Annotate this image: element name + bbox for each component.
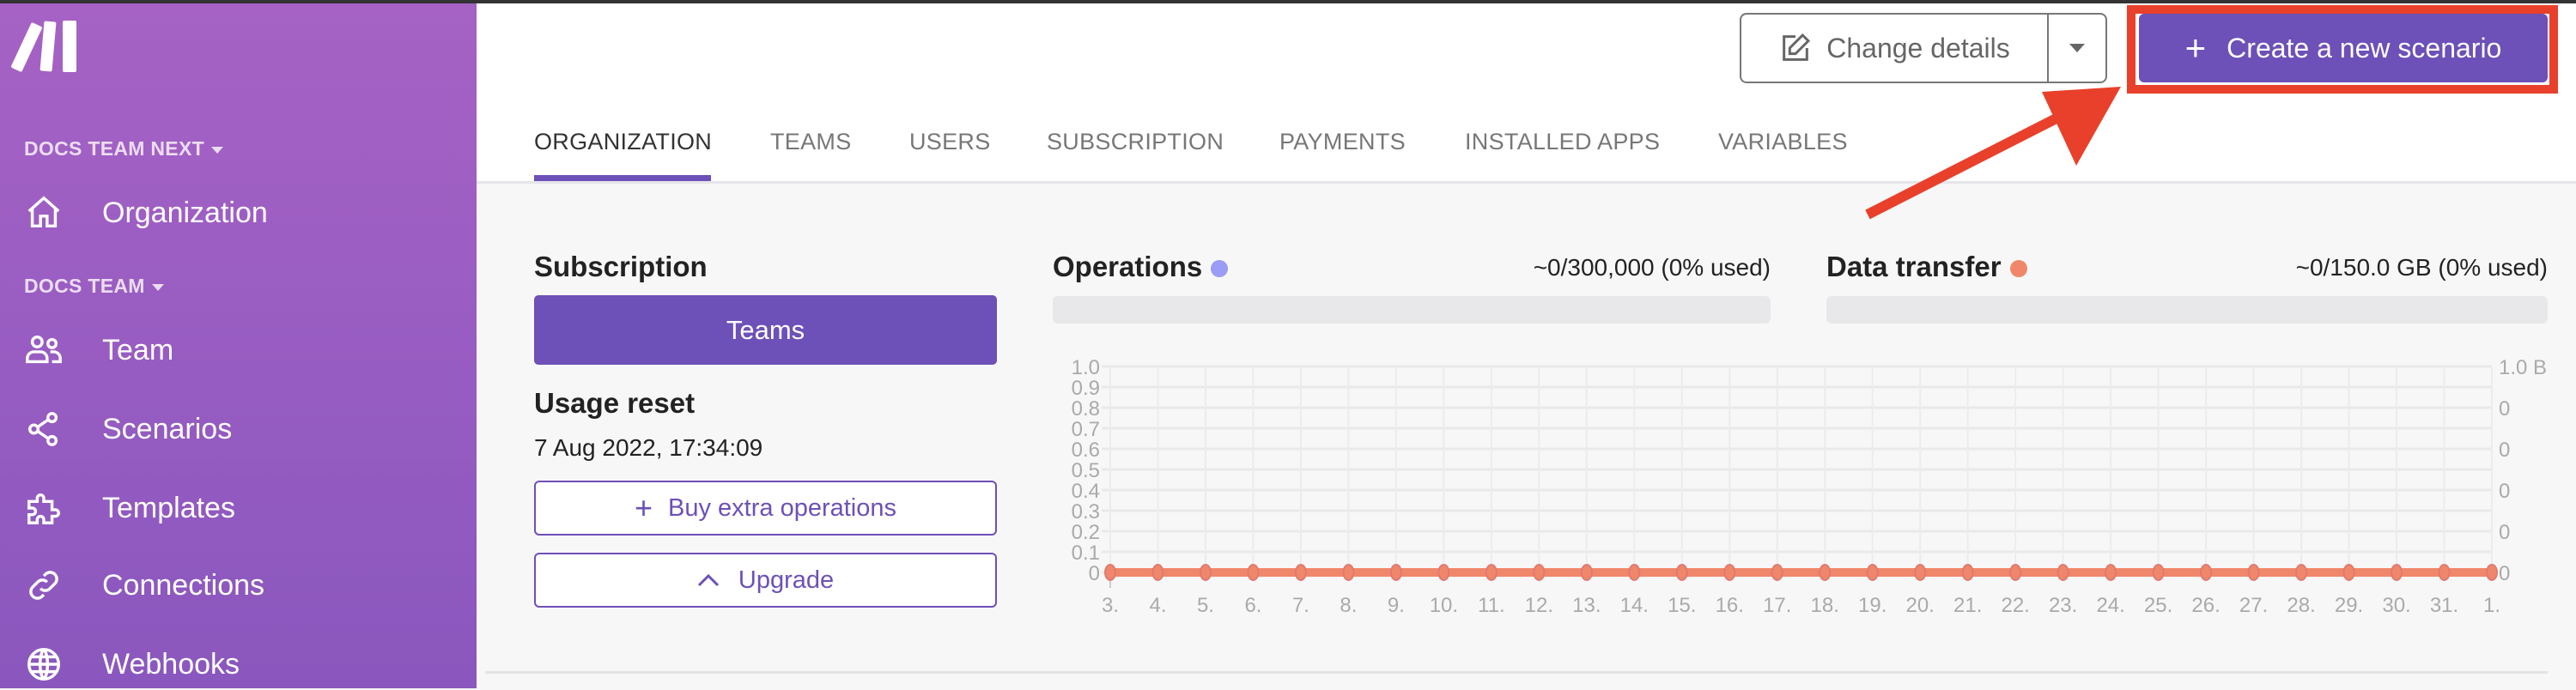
left-axis-tick-label: 0.3 xyxy=(1072,500,1100,524)
left-axis-tick-label: 0.8 xyxy=(1072,397,1100,421)
x-axis-tick-label: 18. xyxy=(1811,594,1839,617)
x-axis-tick-label: 7. xyxy=(1292,594,1309,617)
x-axis-tick-label: 9. xyxy=(1388,594,1405,617)
data-point xyxy=(1580,564,1593,581)
usage-chart: 00.10.20.30.40.50.60.70.80.91.0000001.0 … xyxy=(1072,356,2547,617)
right-axis-tick-label: 0 xyxy=(2499,562,2510,585)
data-point xyxy=(2295,564,2308,581)
x-axis-tick-label: 17. xyxy=(1763,594,1791,617)
x-axis-tick-label: 20. xyxy=(1906,594,1935,617)
data-point xyxy=(2009,564,2022,581)
x-axis-tick-label: 21. xyxy=(1953,594,1982,617)
x-axis-tick-label: 28. xyxy=(2287,594,2315,617)
data-point xyxy=(2342,564,2355,581)
data-point xyxy=(1771,564,1783,581)
x-axis-tick-label: 30. xyxy=(2382,594,2410,617)
data-point xyxy=(1389,564,1402,581)
right-axis-tick-label: 0 xyxy=(2499,480,2510,503)
x-axis-tick-label: 12. xyxy=(1525,594,1553,617)
x-axis-tick-label: 23. xyxy=(2049,594,2077,617)
data-point xyxy=(1675,564,1688,581)
data-point xyxy=(1199,564,1212,581)
x-axis-tick-label: 14. xyxy=(1620,594,1649,617)
data-point xyxy=(2057,564,2069,581)
section-divider xyxy=(485,671,2548,674)
left-axis-tick-label: 0.2 xyxy=(1072,521,1100,544)
x-axis-tick-label: 25. xyxy=(2144,594,2172,617)
data-point xyxy=(1914,564,1927,581)
data-point xyxy=(1342,564,1355,581)
left-axis-tick-label: 0.4 xyxy=(1072,480,1100,503)
x-axis-tick-label: 3. xyxy=(1102,594,1119,617)
x-axis-tick-label: 19. xyxy=(1858,594,1886,617)
data-point xyxy=(1104,564,1116,581)
x-axis-tick-label: 4. xyxy=(1149,594,1166,617)
x-axis-tick-label: 13. xyxy=(1572,594,1601,617)
right-axis-tick-label: 1.0 B xyxy=(2499,356,2547,379)
data-point xyxy=(1819,564,1832,581)
data-point xyxy=(1247,564,1260,581)
x-axis-tick-label: 22. xyxy=(2001,594,2029,617)
left-axis-tick-label: 0.7 xyxy=(1072,418,1100,441)
x-axis-tick-label: 11. xyxy=(1478,594,1505,617)
data-point xyxy=(1533,564,1546,581)
data-point xyxy=(1437,564,1450,581)
data-point xyxy=(1723,564,1736,581)
left-axis-tick-label: 0.6 xyxy=(1072,439,1100,462)
x-axis-tick-label: 5. xyxy=(1197,594,1214,617)
right-axis-tick-label: 0 xyxy=(2499,439,2510,462)
data-point xyxy=(1151,564,1164,581)
x-axis-tick-label: 29. xyxy=(2335,594,2363,617)
data-point xyxy=(2247,564,2260,581)
left-axis-tick-label: 0.5 xyxy=(1072,459,1100,482)
right-axis-tick-label: 0 xyxy=(2499,397,2510,421)
left-axis-tick-label: 0.1 xyxy=(1072,542,1100,565)
left-axis-tick-label: 0.9 xyxy=(1072,377,1100,400)
x-axis-tick-label: 27. xyxy=(2239,594,2268,617)
x-axis-tick-label: 6. xyxy=(1244,594,1261,617)
data-point xyxy=(2391,564,2403,581)
data-point xyxy=(2438,564,2451,581)
x-axis-tick-label: 26. xyxy=(2191,594,2220,617)
x-axis-tick-label: 16. xyxy=(1716,594,1744,617)
x-axis-tick-label: 1. xyxy=(2483,594,2500,617)
left-axis-tick-label: 0 xyxy=(1089,562,1100,585)
data-point xyxy=(2200,564,2213,581)
right-axis-tick-label: 0 xyxy=(2499,521,2510,544)
data-point xyxy=(1294,564,1307,581)
data-point xyxy=(1485,564,1498,581)
x-axis-tick-label: 15. xyxy=(1668,594,1696,617)
x-axis-tick-label: 10. xyxy=(1430,594,1458,617)
left-axis-tick-label: 1.0 xyxy=(1072,356,1100,379)
x-axis-tick-label: 8. xyxy=(1340,594,1357,617)
x-axis-tick-label: 31. xyxy=(2430,594,2458,617)
x-axis-tick-label: 24. xyxy=(2096,594,2124,617)
data-point xyxy=(2152,564,2165,581)
data-point xyxy=(1866,564,1879,581)
data-point xyxy=(2486,564,2498,581)
data-point xyxy=(1961,564,1974,581)
data-point xyxy=(2105,564,2117,581)
data-point xyxy=(1628,564,1641,581)
